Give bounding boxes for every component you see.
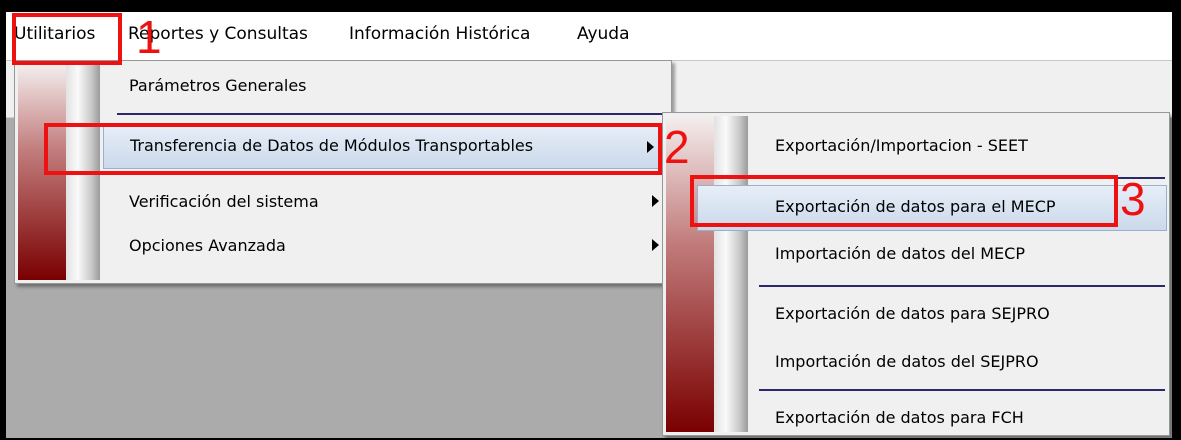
annotation-box-step3 bbox=[690, 175, 1118, 227]
submenu-arrow-icon bbox=[652, 195, 659, 207]
submenu-item-label: Exportación de datos para SEJPRO bbox=[775, 304, 1050, 323]
submenu-item-label: Importación de datos del MECP bbox=[775, 244, 1025, 263]
submenu-item-exportacion-importacion-seet[interactable]: Exportación/Importacion - SEET bbox=[663, 125, 1169, 169]
transferencia-submenu: Exportación/Importacion - SEET Exportaci… bbox=[662, 112, 1170, 436]
submenu-item-label: Importación de datos del SEJPRO bbox=[775, 352, 1039, 371]
submenu-item-importacion-sejpro[interactable]: Importación de datos del SEJPRO bbox=[663, 341, 1169, 385]
annotation-box-step2 bbox=[44, 123, 662, 175]
menu-ayuda[interactable]: Ayuda bbox=[577, 24, 630, 44]
menu-informacion-historica[interactable]: Información Histórica bbox=[349, 24, 530, 44]
annotation-step3-number: 3 bbox=[1120, 173, 1146, 225]
submenu-item-importacion-mecp[interactable]: Importación de datos del MECP bbox=[663, 233, 1169, 277]
submenu-item-exportacion-fch[interactable]: Exportación de datos para FCH bbox=[663, 397, 1169, 438]
submenu-item-label: Exportación de datos para FCH bbox=[775, 408, 1024, 427]
menu-item-label: Opciones Avanzada bbox=[129, 236, 286, 255]
annotation-step2-number: 2 bbox=[664, 121, 690, 173]
menu-item-verificacion-sistema[interactable]: Verificación del sistema bbox=[15, 181, 671, 225]
menu-item-label: Verificación del sistema bbox=[129, 192, 319, 211]
annotation-box-step1 bbox=[12, 13, 122, 65]
submenu-arrow-icon bbox=[652, 239, 659, 251]
menu-separator bbox=[759, 389, 1165, 391]
menu-item-parametros-generales[interactable]: Parámetros Generales bbox=[15, 65, 671, 109]
annotation-step1-number: 1 bbox=[136, 11, 162, 63]
submenu-item-exportacion-sejpro[interactable]: Exportación de datos para SEJPRO bbox=[663, 293, 1169, 337]
menu-separator bbox=[117, 113, 665, 115]
menu-bar: Utilitarios Reportes y Consultas Informa… bbox=[6, 12, 1172, 61]
submenu-item-label: Exportación/Importacion - SEET bbox=[775, 136, 1028, 155]
menu-separator bbox=[759, 285, 1165, 287]
menu-item-label: Parámetros Generales bbox=[129, 76, 307, 95]
menu-item-opciones-avanzada[interactable]: Opciones Avanzada bbox=[15, 225, 671, 269]
